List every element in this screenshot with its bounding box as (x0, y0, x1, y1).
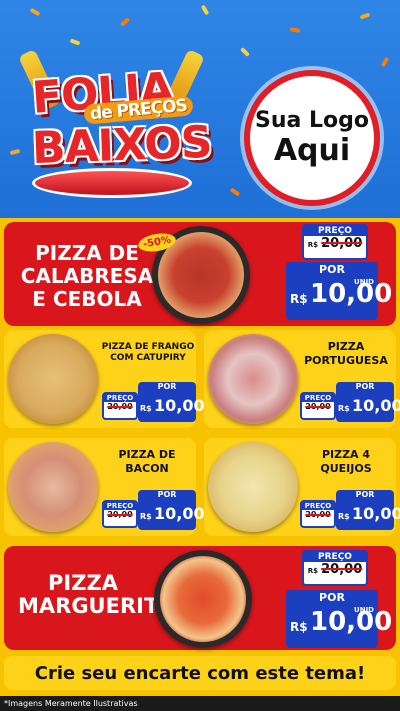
unid-label: UNID (354, 278, 374, 286)
price-old-tag: PREÇO 20,00 (300, 500, 336, 528)
price-old-tag: PREÇO 20,00 (102, 500, 138, 528)
por-label: POR (319, 591, 345, 604)
por-label: POR (319, 263, 345, 276)
disclaimer: *Imagens Meramente Ilustrativas (0, 696, 400, 711)
confetti (29, 7, 41, 17)
price-old-tag: PREÇO R$ 20,00 (302, 224, 368, 260)
new-price: 10,00 (154, 396, 205, 415)
confetti (359, 12, 371, 20)
old-price: 20,00 (305, 510, 331, 519)
price-old-tag: PREÇO R$ 20,00 (302, 550, 368, 586)
por-label: POR (355, 490, 375, 499)
product-name: PIZZA DE FRANGO COM CATUPIRY (101, 342, 195, 363)
logo-text-line2: Aqui (273, 133, 351, 168)
currency-label: R$ (290, 620, 308, 634)
price-old-tag: PREÇO 20,00 (102, 392, 138, 420)
por-label: POR (157, 382, 177, 391)
pizza-frango-image (8, 334, 98, 424)
por-label: POR (157, 490, 177, 499)
new-price: 10,00 (310, 607, 393, 637)
product-name: PIZZA 4 QUEIJOS (320, 448, 372, 475)
confetti (229, 187, 241, 197)
unid-label: UNID (354, 606, 374, 614)
title-baixos: BAIXOS (31, 116, 213, 175)
new-price: 10,00 (310, 279, 393, 309)
product-card-bacon[interactable]: PIZZA DE BACON PREÇO 20,00 POR R$ 10,00 (4, 438, 205, 536)
confetti (240, 47, 250, 57)
product-name: PIZZA MARGUERITA (18, 571, 173, 618)
confetti (69, 38, 81, 46)
currency-label: R$ (140, 404, 152, 413)
event-logo: FOLIA BAIXOS de PREÇOS (10, 49, 220, 210)
product-name: PIZZA DE CALABRESA E CEBOLA (20, 241, 154, 311)
cta-text: Crie seu encarte com este tema! (34, 662, 366, 684)
price-new-tag: POR R$ 10,00 (138, 382, 205, 422)
old-price: 20,00 (305, 402, 331, 411)
confetti (119, 17, 131, 27)
old-price: 20,00 (107, 402, 133, 411)
old-price: 20,00 (321, 236, 363, 251)
currency-label: R$ (307, 241, 318, 249)
price-new-tag: POR R$ 10,00 UNID (286, 590, 392, 648)
preco-label: PREÇO (302, 502, 334, 510)
preco-label: PREÇO (302, 394, 334, 402)
currency-label: R$ (338, 512, 350, 521)
currency-label: R$ (140, 512, 152, 521)
preco-label: PREÇO (104, 394, 136, 402)
confetti (200, 4, 210, 16)
product-card-frango[interactable]: PIZZA DE FRANGO COM CATUPIRY PREÇO 20,00… (4, 330, 205, 428)
old-price: 20,00 (321, 562, 363, 577)
cta-banner[interactable]: Crie seu encarte com este tema! (4, 656, 396, 690)
new-price: 10,00 (154, 504, 205, 523)
product-card-queijos[interactable]: PIZZA 4 QUEIJOS PREÇO 20,00 POR R$ 10,00 (204, 438, 400, 536)
pizza-bacon-image (8, 442, 98, 532)
currency-label: R$ (338, 404, 350, 413)
product-card-marguerita[interactable]: PIZZA MARGUERITA PREÇO R$ 20,00 POR R$ 1… (4, 546, 396, 650)
logo-text-line1: Sua Logo (254, 108, 369, 133)
new-price: 10,00 (352, 504, 400, 523)
por-label: POR (355, 382, 375, 391)
product-name: PIZZA DE BACON (118, 448, 176, 475)
new-price: 10,00 (352, 396, 400, 415)
header-banner: FOLIA BAIXOS de PREÇOS Sua Logo Aqui (0, 0, 400, 218)
pizza-marguerita-image (154, 550, 252, 648)
price-new-tag: POR R$ 10,00 (336, 490, 400, 530)
confetti (380, 56, 390, 68)
price-old-tag: PREÇO 20,00 (300, 392, 336, 420)
store-logo-placeholder: Sua Logo Aqui (244, 70, 380, 206)
price-new-tag: POR R$ 10,00 (138, 490, 205, 530)
currency-label: R$ (290, 292, 308, 306)
pizza-queijos-image (208, 442, 298, 532)
product-card-portuguesa[interactable]: PIZZA PORTUGUESA PREÇO 20,00 POR R$ 10,0… (204, 330, 400, 428)
currency-label: R$ (307, 567, 318, 575)
pizza-portuguesa-image (208, 334, 298, 424)
preco-label: PREÇO (104, 502, 136, 510)
preco-label: PREÇO (304, 226, 366, 236)
price-new-tag: POR R$ 10,00 UNID (286, 262, 392, 320)
product-name: PIZZA PORTUGUESA (304, 340, 388, 367)
confetti (289, 27, 301, 33)
price-new-tag: POR R$ 10,00 (336, 382, 400, 422)
product-card-calabresa[interactable]: PIZZA DE CALABRESA E CEBOLA PREÇO R$ 20,… (4, 222, 396, 326)
preco-label: PREÇO (304, 552, 366, 562)
old-price: 20,00 (107, 510, 133, 519)
